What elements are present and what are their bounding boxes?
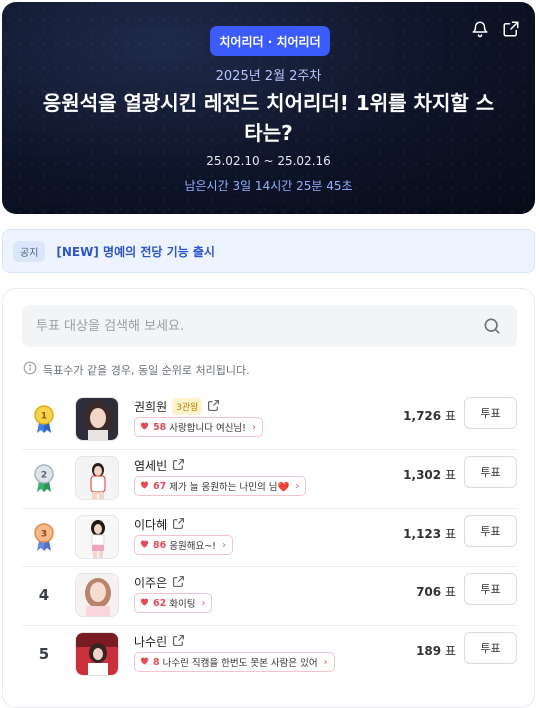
- bronze-medal-icon: 3: [30, 521, 58, 553]
- divider: [22, 508, 517, 509]
- candidate-name[interactable]: 권희원: [134, 398, 167, 415]
- svg-text:3: 3: [41, 530, 47, 540]
- cheer-message[interactable]: 8 나수린 직캠을 한번도 못본 사람은 있어 ›: [134, 652, 335, 672]
- ranking-row: 1 권희원 3관왕 58 사랑합니다 여신님! › 1,726 표 투표: [3, 393, 534, 451]
- rank-number: 5: [38, 645, 50, 663]
- external-link-icon[interactable]: [172, 573, 185, 592]
- candidate-name[interactable]: 염세빈: [134, 457, 167, 474]
- ranking-row: 3 이다혜 86 응원해요~! › 1,123 표 투표: [3, 511, 534, 569]
- vote-count: 1,726 표: [403, 409, 456, 423]
- cheer-message[interactable]: 62 화이팅 ›: [134, 593, 213, 613]
- silver-medal-icon: 2: [30, 462, 58, 494]
- search-icon[interactable]: [482, 316, 502, 340]
- heart-icon: [139, 479, 150, 493]
- avatar[interactable]: [75, 456, 119, 500]
- chevron-right-icon: ›: [201, 597, 206, 609]
- cheer-text: 나수린 직캠을 한번도 못본 사람은 있어: [162, 658, 318, 669]
- vote-button[interactable]: 투표: [464, 515, 517, 547]
- avatar[interactable]: [75, 632, 119, 676]
- page-title: 응원석을 열광시킨 레전드 치어리더! 1위를 차지할 스타는?: [42, 91, 495, 145]
- external-link-icon[interactable]: [172, 632, 185, 651]
- search-input[interactable]: [36, 318, 456, 334]
- gold-medal-icon: 1: [30, 403, 58, 435]
- cheer-count: 67: [153, 480, 167, 492]
- heart-icon: [139, 655, 150, 669]
- rank-number: 4: [38, 586, 50, 604]
- heart-icon: [139, 420, 150, 434]
- cheer-text: 응원해요~!: [169, 541, 216, 552]
- svg-text:1: 1: [41, 412, 47, 422]
- cheer-count: 58: [153, 421, 167, 433]
- cheer-message[interactable]: 67 제가 늘 응원하는 나민의 님❤️ ›: [134, 476, 307, 496]
- chevron-right-icon: ›: [221, 539, 226, 551]
- notice-bar[interactable]: 공지 [NEW] 명예의 전당 기능 출시: [2, 229, 535, 273]
- search-box[interactable]: [22, 305, 517, 347]
- cheer-count: 8: [153, 656, 160, 668]
- share-icon[interactable]: [501, 19, 521, 39]
- divider: [22, 566, 517, 567]
- divider: [22, 625, 517, 626]
- ranking-row: 5 나수린 8 나수린 직캠을 한번도 못본 사람은 있어 › 189 표 투표: [3, 628, 534, 686]
- chevron-right-icon: ›: [295, 480, 300, 492]
- info-icon: [23, 361, 37, 378]
- candidate-name[interactable]: 이주은: [134, 574, 167, 591]
- hero-banner: 치어리더 · 치어리더 2025년 2월 2주차 응원석을 열광시킨 레전드 치…: [2, 2, 535, 214]
- tie-info-text: 득표수가 같을 경우, 동일 순위로 처리됩니다.: [43, 363, 250, 377]
- heart-icon: [139, 596, 150, 610]
- vote-period: 25.02.10 ~ 25.02.16: [206, 154, 331, 168]
- tie-info: 득표수가 같을 경우, 동일 순위로 처리됩니다.: [23, 361, 250, 378]
- category-badge[interactable]: 치어리더 · 치어리더: [210, 26, 330, 56]
- avatar[interactable]: [75, 515, 119, 559]
- cheer-count: 62: [153, 597, 167, 609]
- heart-icon: [139, 538, 150, 552]
- external-link-icon[interactable]: [172, 515, 185, 534]
- chevron-right-icon: ›: [323, 656, 328, 668]
- candidate-name[interactable]: 이다혜: [134, 516, 167, 533]
- week-label: 2025년 2월 2주차: [215, 69, 322, 84]
- vote-button[interactable]: 투표: [464, 456, 517, 488]
- vote-count: 189 표: [416, 644, 456, 658]
- ranking-row: 2 염세빈 67 제가 늘 응원하는 나민의 님❤️ › 1,302 표 투표: [3, 452, 534, 510]
- cheer-count: 86: [153, 539, 167, 551]
- vote-count: 706 표: [416, 585, 456, 599]
- ranking-row: 4 이주은 62 화이팅 › 706 표 투표: [3, 569, 534, 627]
- notice-text[interactable]: [NEW] 명예의 전당 기능 출시: [56, 243, 215, 260]
- vote-count: 1,302 표: [403, 468, 456, 482]
- cheer-message[interactable]: 86 응원해요~! ›: [134, 535, 233, 555]
- external-link-icon[interactable]: [207, 397, 220, 416]
- notice-tag: 공지: [13, 240, 46, 262]
- candidate-name[interactable]: 나수린: [134, 633, 167, 650]
- vote-button[interactable]: 투표: [464, 397, 517, 429]
- cheer-text: 사랑합니다 여신님!: [169, 423, 246, 434]
- cheer-message[interactable]: 58 사랑합니다 여신님! ›: [134, 417, 263, 437]
- avatar[interactable]: [75, 397, 119, 441]
- external-link-icon[interactable]: [172, 456, 185, 475]
- vote-button[interactable]: 투표: [464, 573, 517, 605]
- remaining-time: 남은시간 3일 14시간 25분 45초: [184, 179, 353, 193]
- ranking-panel: 득표수가 같을 경우, 동일 순위로 처리됩니다. 1 권희원 3관왕 58 사…: [2, 288, 535, 708]
- svg-text:2: 2: [41, 471, 47, 481]
- cheer-text: 화이팅: [169, 599, 196, 610]
- title-badge: 3관왕: [172, 398, 203, 415]
- cheer-text: 제가 늘 응원하는 나민의 님❤️: [169, 482, 290, 493]
- avatar[interactable]: [75, 573, 119, 617]
- vote-count: 1,123 표: [403, 527, 456, 541]
- chevron-right-icon: ›: [251, 421, 256, 433]
- vote-button[interactable]: 투표: [464, 632, 517, 664]
- divider: [22, 449, 517, 450]
- bell-icon[interactable]: [470, 19, 490, 39]
